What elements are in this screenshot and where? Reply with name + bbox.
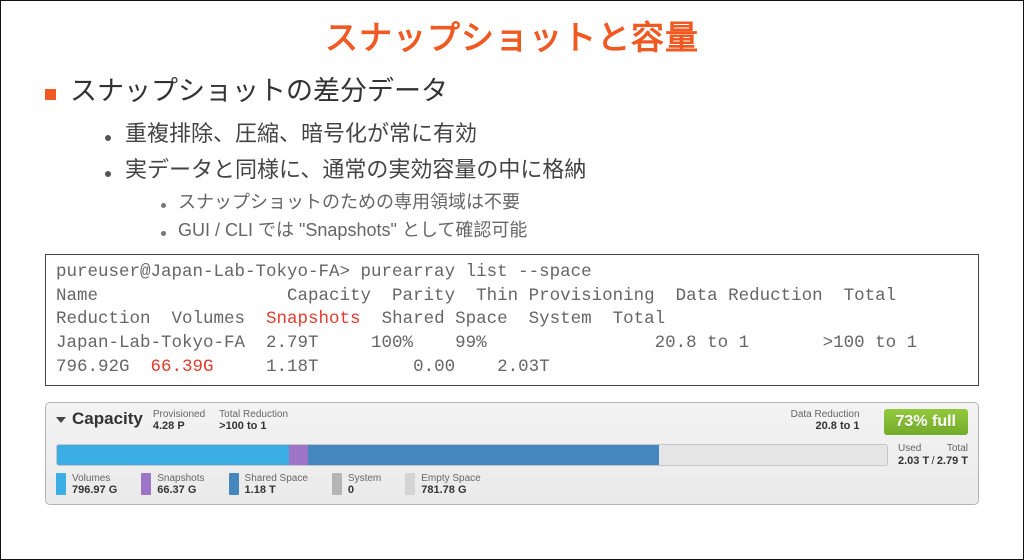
cli-row-2b: 1.18T 0.00 2.03T bbox=[214, 357, 550, 377]
dot-bullet-icon bbox=[105, 171, 111, 177]
cli-header-1: Name Capacity Parity Thin Provisioning D… bbox=[56, 286, 896, 306]
bullet-level3-text: スナップショットのための専用領域は不要 bbox=[178, 188, 520, 214]
slide: スナップショットと容量 スナップショットの差分データ 重複排除、圧縮、暗号化が常… bbox=[0, 0, 1024, 560]
data-reduction-label: Data Reduction bbox=[791, 409, 860, 420]
bullet-level1: スナップショットの差分データ bbox=[45, 69, 979, 108]
bullet-level1-text: スナップショットの差分データ bbox=[70, 69, 448, 108]
bullet-level2: 実データと同様に、通常の実効容量の中に格納 bbox=[105, 152, 979, 184]
dot-bullet-icon bbox=[161, 203, 166, 208]
bullet-level3-text: GUI / CLI では "Snapshots" として確認可能 bbox=[178, 216, 527, 242]
dot-bullet-icon bbox=[105, 135, 111, 141]
cli-header-snapshots: Snapshots bbox=[266, 309, 361, 329]
legend-volumes: Volumes 796.97 G bbox=[56, 473, 117, 496]
used-value: 2.03 T bbox=[898, 455, 929, 468]
legend-empty-value: 781.78 G bbox=[421, 484, 480, 496]
capacity-widget: Capacity Provisioned 4.28 P Total Reduct… bbox=[45, 402, 979, 505]
bullet-level2: 重複排除、圧縮、暗号化が常に有効 bbox=[105, 116, 979, 148]
cli-row-2a: 796.92G bbox=[56, 357, 151, 377]
legend-system-value: 0 bbox=[348, 484, 381, 496]
bar-segment-snapshots bbox=[289, 445, 308, 465]
swatch-icon bbox=[332, 473, 342, 495]
legend-volumes-label: Volumes bbox=[72, 473, 110, 484]
bar-segment-volumes bbox=[57, 445, 289, 465]
bullet-level3: GUI / CLI では "Snapshots" として確認可能 bbox=[161, 216, 979, 242]
swatch-icon bbox=[141, 473, 151, 495]
data-reduction-value: 20.8 to 1 bbox=[791, 420, 860, 432]
cli-output: pureuser@Japan-Lab-Tokyo-FA> purearray l… bbox=[45, 254, 979, 386]
swatch-icon bbox=[405, 473, 415, 495]
capacity-right-stats: Data Reduction 20.8 to 1 73% full bbox=[791, 409, 968, 435]
full-percent-badge: 73% full bbox=[884, 409, 968, 435]
dot-bullet-icon bbox=[161, 231, 166, 236]
total-label: Total bbox=[947, 443, 968, 455]
swatch-icon bbox=[56, 473, 66, 495]
swatch-icon bbox=[229, 473, 239, 495]
cli-header-2a: Reduction Volumes bbox=[56, 309, 266, 329]
legend-system: System 0 bbox=[332, 473, 381, 496]
chevron-down-icon[interactable] bbox=[56, 417, 66, 423]
used-label: Used bbox=[898, 443, 921, 455]
cli-prompt-line: pureuser@Japan-Lab-Tokyo-FA> purearray l… bbox=[56, 262, 592, 282]
legend-snapshots-value: 66.37 G bbox=[157, 484, 204, 496]
slide-title: スナップショットと容量 bbox=[45, 11, 979, 59]
legend-snapshots-label: Snapshots bbox=[157, 473, 204, 484]
capacity-legend: Volumes 796.97 G Snapshots 66.37 G Share… bbox=[56, 473, 968, 496]
legend-empty: Empty Space 781.78 G bbox=[405, 473, 480, 496]
capacity-bar-row: Used Total 2.03 T / 2.79 T bbox=[56, 443, 968, 467]
data-reduction-kv: Data Reduction 20.8 to 1 bbox=[791, 409, 860, 432]
provisioned-kv: Provisioned 4.28 P bbox=[153, 409, 205, 432]
capacity-bar bbox=[56, 444, 888, 466]
provisioned-label: Provisioned bbox=[153, 409, 205, 420]
square-bullet-icon bbox=[45, 89, 56, 100]
cli-row-snapshot-value: 66.39G bbox=[151, 357, 214, 377]
legend-system-label: System bbox=[348, 473, 381, 484]
legend-shared: Shared Space 1.18 T bbox=[229, 473, 308, 496]
total-reduction-label: Total Reduction bbox=[219, 409, 288, 420]
legend-empty-label: Empty Space bbox=[421, 473, 480, 484]
bullet-level2-text: 実データと同様に、通常の実効容量の中に格納 bbox=[125, 152, 586, 184]
bar-segment-shared bbox=[308, 445, 659, 465]
bullet-level3: スナップショットのための専用領域は不要 bbox=[161, 188, 979, 214]
capacity-title: Capacity bbox=[72, 409, 143, 429]
bar-segment-empty bbox=[659, 445, 887, 465]
provisioned-value: 4.28 P bbox=[153, 420, 205, 432]
legend-shared-label: Shared Space bbox=[245, 473, 308, 484]
legend-volumes-value: 796.97 G bbox=[72, 484, 117, 496]
legend-snapshots: Snapshots 66.37 G bbox=[141, 473, 204, 496]
total-reduction-kv: Total Reduction >100 to 1 bbox=[219, 409, 288, 432]
used-total-box: Used Total 2.03 T / 2.79 T bbox=[898, 443, 968, 467]
total-value: 2.79 T bbox=[937, 455, 968, 468]
bullet-level2-text: 重複排除、圧縮、暗号化が常に有効 bbox=[125, 116, 477, 148]
cli-row-1: Japan-Lab-Tokyo-FA 2.79T 100% 99% 20.8 t… bbox=[56, 333, 917, 353]
cli-header-2b: Shared Space System Total bbox=[361, 309, 666, 329]
capacity-header: Capacity Provisioned 4.28 P Total Reduct… bbox=[56, 409, 968, 435]
legend-shared-value: 1.18 T bbox=[245, 484, 308, 496]
total-reduction-value: >100 to 1 bbox=[219, 420, 288, 432]
